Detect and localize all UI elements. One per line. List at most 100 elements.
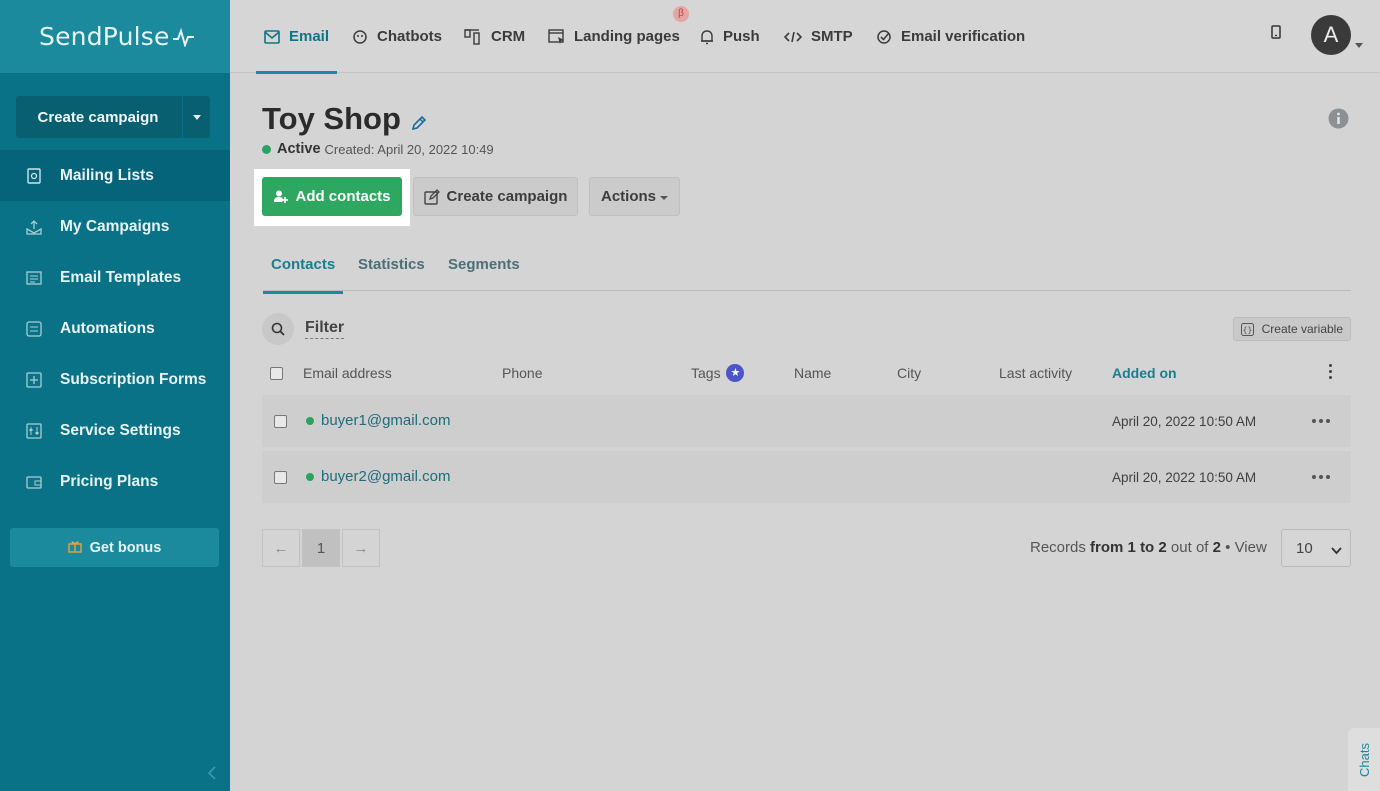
check-circle-icon [876,29,892,45]
variable-icon: {} [1240,322,1254,336]
pulse-icon [172,27,194,47]
tab-email-verification[interactable]: Email verification [876,0,1025,73]
column-tags-label: Tags [691,365,721,381]
chats-label: Chats [1356,742,1372,777]
templates-icon [25,269,43,287]
sidebar-item-label: Email Templates [60,268,182,286]
created-date: Created: April 20, 2022 10:49 [324,141,494,157]
tab-landing-pages[interactable]: Landing pages [548,0,680,73]
sidebar-item-service-settings[interactable]: Service Settings [0,405,230,456]
status-line: Active Created: April 20, 2022 10:49 [262,141,494,157]
create-variable-button[interactable]: {} Create variable [1232,317,1351,341]
contact-email[interactable]: buyer1@gmail.com [306,412,450,429]
tab-email[interactable]: Email [255,0,338,74]
status-text: Active [277,141,321,157]
select-all-checkbox[interactable] [270,367,283,380]
create-campaign-toolbar-button[interactable]: Create campaign [413,177,578,216]
search-button[interactable] [262,313,294,345]
create-campaign-label: Create campaign [37,108,159,126]
sidebar-item-label: My Campaigns [60,217,170,235]
caret-down-icon[interactable] [183,114,210,120]
crm-icon [464,28,482,45]
tab-smtp[interactable]: SMTP [784,0,853,73]
top-navigation: Email Chatbots CRM Landing pages Push SM… [230,0,1380,74]
tab-segments[interactable]: Segments [448,256,520,273]
row-menu-icon[interactable] [1312,475,1330,479]
subtabs: Contacts Statistics Segments [262,246,1351,294]
tab-label: CRM [491,28,526,45]
sendpulse-logo[interactable]: SendPulse [39,22,196,51]
actions-dropdown[interactable]: Actions [589,177,680,216]
row-checkbox[interactable] [274,471,287,484]
collapse-sidebar-icon[interactable] [207,766,217,785]
next-page-button[interactable]: → [342,529,380,567]
column-tags[interactable]: Tags ★ [691,364,745,383]
column-phone[interactable]: Phone [502,365,542,381]
envelope-icon [264,29,280,44]
column-settings-icon[interactable] [1329,364,1332,379]
tab-crm[interactable]: CRM [464,0,525,73]
bell-icon [700,29,714,45]
tab-chatbots[interactable]: Chatbots [352,0,442,73]
records-summary: Records from 1 to 2 out of 2 • View [1030,539,1267,556]
pagination: ← 1 → [262,529,380,567]
email-text: buyer2@gmail.com [321,468,451,485]
column-added-on[interactable]: Added on [1112,365,1177,381]
tab-label: SMTP [811,28,853,45]
automations-icon [25,320,43,338]
tab-contacts[interactable]: Contacts [262,256,344,294]
chat-bubble-icon [352,29,368,45]
active-status-dot [306,472,314,481]
campaigns-icon [25,218,43,236]
chats-widget[interactable]: Chats [1348,728,1380,791]
tab-statistics[interactable]: Statistics [358,256,425,273]
edit-square-icon [423,188,440,205]
add-contacts-button[interactable]: Add contacts [262,177,402,216]
user-avatar[interactable]: A [1311,15,1351,55]
sidebar-item-my-campaigns[interactable]: My Campaigns [0,201,230,252]
sidebar-item-label: Service Settings [60,421,181,439]
view-count-select[interactable]: 10 [1281,529,1351,567]
create-campaign-button[interactable]: Create campaign [16,96,210,138]
tab-label: Chatbots [377,28,442,45]
pencil-icon[interactable] [411,103,427,139]
column-last-activity[interactable]: Last activity [999,365,1072,381]
mobile-device-icon[interactable] [1271,25,1281,44]
tab-label: Email verification [901,28,1026,45]
svg-text:{}: {} [1242,325,1252,334]
added-on-value: April 20, 2022 10:50 AM [1112,470,1257,485]
sidebar-item-pricing-plans[interactable]: Pricing Plans [0,456,230,507]
actions-label: Actions [600,188,656,205]
add-contacts-label: Add contacts [295,188,391,205]
star-icon[interactable]: ★ [726,364,745,383]
sidebar-item-mailing-lists[interactable]: Mailing Lists [0,150,230,201]
get-bonus-button[interactable]: Get bonus [10,528,219,567]
tab-label: Landing pages [574,28,680,45]
table-header: Email address Phone Tags ★ Name City Las… [262,361,1351,385]
added-on-value: April 20, 2022 10:50 AM [1112,414,1257,429]
column-email[interactable]: Email address [303,365,392,381]
search-icon [271,322,285,336]
tab-push[interactable]: Push [700,0,760,73]
beta-badge: β [673,6,689,22]
create-variable-label: Create variable [1261,322,1343,336]
wallet-icon [25,473,43,491]
page-title: Toy Shop [262,99,427,139]
contact-email[interactable]: buyer2@gmail.com [306,468,450,485]
table-row[interactable]: buyer2@gmail.com April 20, 2022 10:50 AM [262,451,1351,503]
sidebar-item-automations[interactable]: Automations [0,303,230,354]
column-city[interactable]: City [897,365,921,381]
column-name[interactable]: Name [794,365,831,381]
page-button[interactable]: 1 [302,529,340,567]
sidebar-item-email-templates[interactable]: Email Templates [0,252,230,303]
avatar-caret-icon[interactable] [1355,35,1363,53]
row-menu-icon[interactable] [1312,419,1330,423]
sidebar-item-subscription-forms[interactable]: Subscription Forms [0,354,230,405]
prev-page-button[interactable]: ← [262,529,300,567]
row-checkbox[interactable] [274,415,287,428]
info-icon[interactable] [1328,108,1349,134]
filter-link[interactable]: Filter [305,319,345,339]
caret-down-icon [660,195,668,200]
table-row[interactable]: buyer1@gmail.com April 20, 2022 10:50 AM [262,395,1351,447]
forms-icon [25,371,43,389]
